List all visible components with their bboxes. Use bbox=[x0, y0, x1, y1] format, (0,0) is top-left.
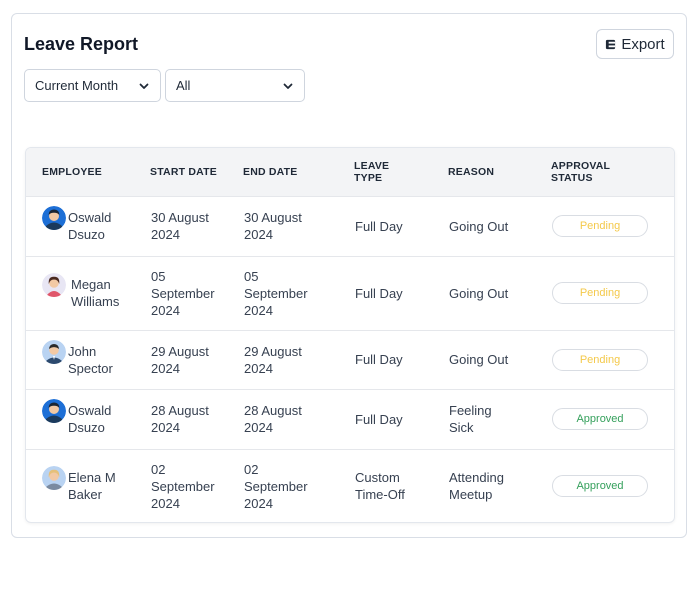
leave-type: Full Day bbox=[355, 285, 403, 301]
export-button[interactable]: Export bbox=[596, 29, 674, 59]
period-select-value: Current Month bbox=[35, 78, 119, 93]
status-badge: Pending bbox=[552, 348, 648, 371]
leave-type: Full Day bbox=[355, 411, 403, 427]
column-header-start-date: START DATE bbox=[150, 165, 217, 178]
chevron-down-icon bbox=[139, 83, 149, 89]
avatar bbox=[42, 339, 66, 364]
start-date: 02 September 2024 bbox=[151, 461, 215, 511]
table-row[interactable]: John Spector 29 August 2024 29 August 20… bbox=[26, 330, 674, 389]
table-header-row: EMPLOYEE START DATE END DATE LEAVE TYPE … bbox=[26, 148, 674, 196]
status-filter-select[interactable]: All bbox=[165, 69, 305, 102]
column-header-approval-status: APPROVAL STATUS bbox=[551, 159, 610, 184]
period-select[interactable]: Current Month bbox=[24, 69, 161, 102]
column-header-employee: EMPLOYEE bbox=[42, 165, 102, 178]
start-date: 05 September 2024 bbox=[151, 268, 215, 318]
reason: Attending Meetup bbox=[449, 470, 504, 503]
start-date: 30 August 2024 bbox=[151, 210, 209, 242]
leave-table: EMPLOYEE START DATE END DATE LEAVE TYPE … bbox=[25, 147, 675, 523]
employee-name: John Spector bbox=[68, 343, 113, 376]
end-date: 29 August 2024 bbox=[244, 343, 302, 376]
leave-type: Full Day bbox=[355, 218, 403, 234]
status-badge: Approved bbox=[552, 408, 648, 430]
employee-name: Megan Williams bbox=[71, 277, 120, 309]
start-date: 29 August 2024 bbox=[151, 343, 209, 376]
leave-report-card: Leave Report Export Current Month All EM… bbox=[11, 13, 687, 538]
column-header-leave-type: LEAVE TYPE bbox=[354, 159, 390, 184]
avatar bbox=[42, 399, 66, 423]
page-title: Leave Report bbox=[24, 34, 139, 54]
end-date: 30 August 2024 bbox=[244, 210, 302, 242]
status-badge: Approved bbox=[552, 475, 648, 498]
table-row[interactable]: Oswald Dsuzo 30 August 2024 30 August 20… bbox=[26, 196, 674, 256]
column-header-end-date: END DATE bbox=[243, 165, 298, 178]
column-header-reason: REASON bbox=[448, 165, 495, 178]
table-row[interactable]: Oswald Dsuzo 28 August 2024 28 August 20… bbox=[26, 389, 674, 449]
employee-name: Elena M Baker bbox=[68, 470, 116, 503]
status-badge: Pending bbox=[552, 215, 648, 237]
start-date: 28 August 2024 bbox=[151, 403, 209, 435]
table-row[interactable]: Megan Williams 05 September 2024 05 Sept… bbox=[26, 256, 674, 330]
leave-type: Custom Time-Off bbox=[355, 470, 405, 503]
end-date: 02 September 2024 bbox=[244, 461, 308, 511]
reason: Going Out bbox=[449, 352, 509, 367]
avatar bbox=[42, 206, 66, 230]
avatar bbox=[42, 273, 66, 297]
end-date: 05 September 2024 bbox=[244, 268, 308, 318]
reason: Feeling Sick bbox=[449, 403, 492, 435]
status-filter-value: All bbox=[176, 78, 191, 93]
avatar bbox=[42, 466, 66, 491]
reason: Going Out bbox=[449, 218, 509, 234]
leave-type: Full Day bbox=[355, 352, 403, 367]
employee-name: Oswald Dsuzo bbox=[68, 403, 112, 435]
export-label: Export bbox=[621, 35, 665, 53]
end-date: 28 August 2024 bbox=[244, 403, 302, 435]
chevron-down-icon bbox=[283, 83, 293, 89]
export-icon bbox=[606, 39, 616, 49]
employee-name: Oswald Dsuzo bbox=[68, 210, 112, 242]
reason: Going Out bbox=[449, 285, 509, 301]
status-badge: Pending bbox=[552, 282, 648, 304]
table-row[interactable]: Elena M Baker 02 September 2024 02 Septe… bbox=[26, 449, 674, 522]
